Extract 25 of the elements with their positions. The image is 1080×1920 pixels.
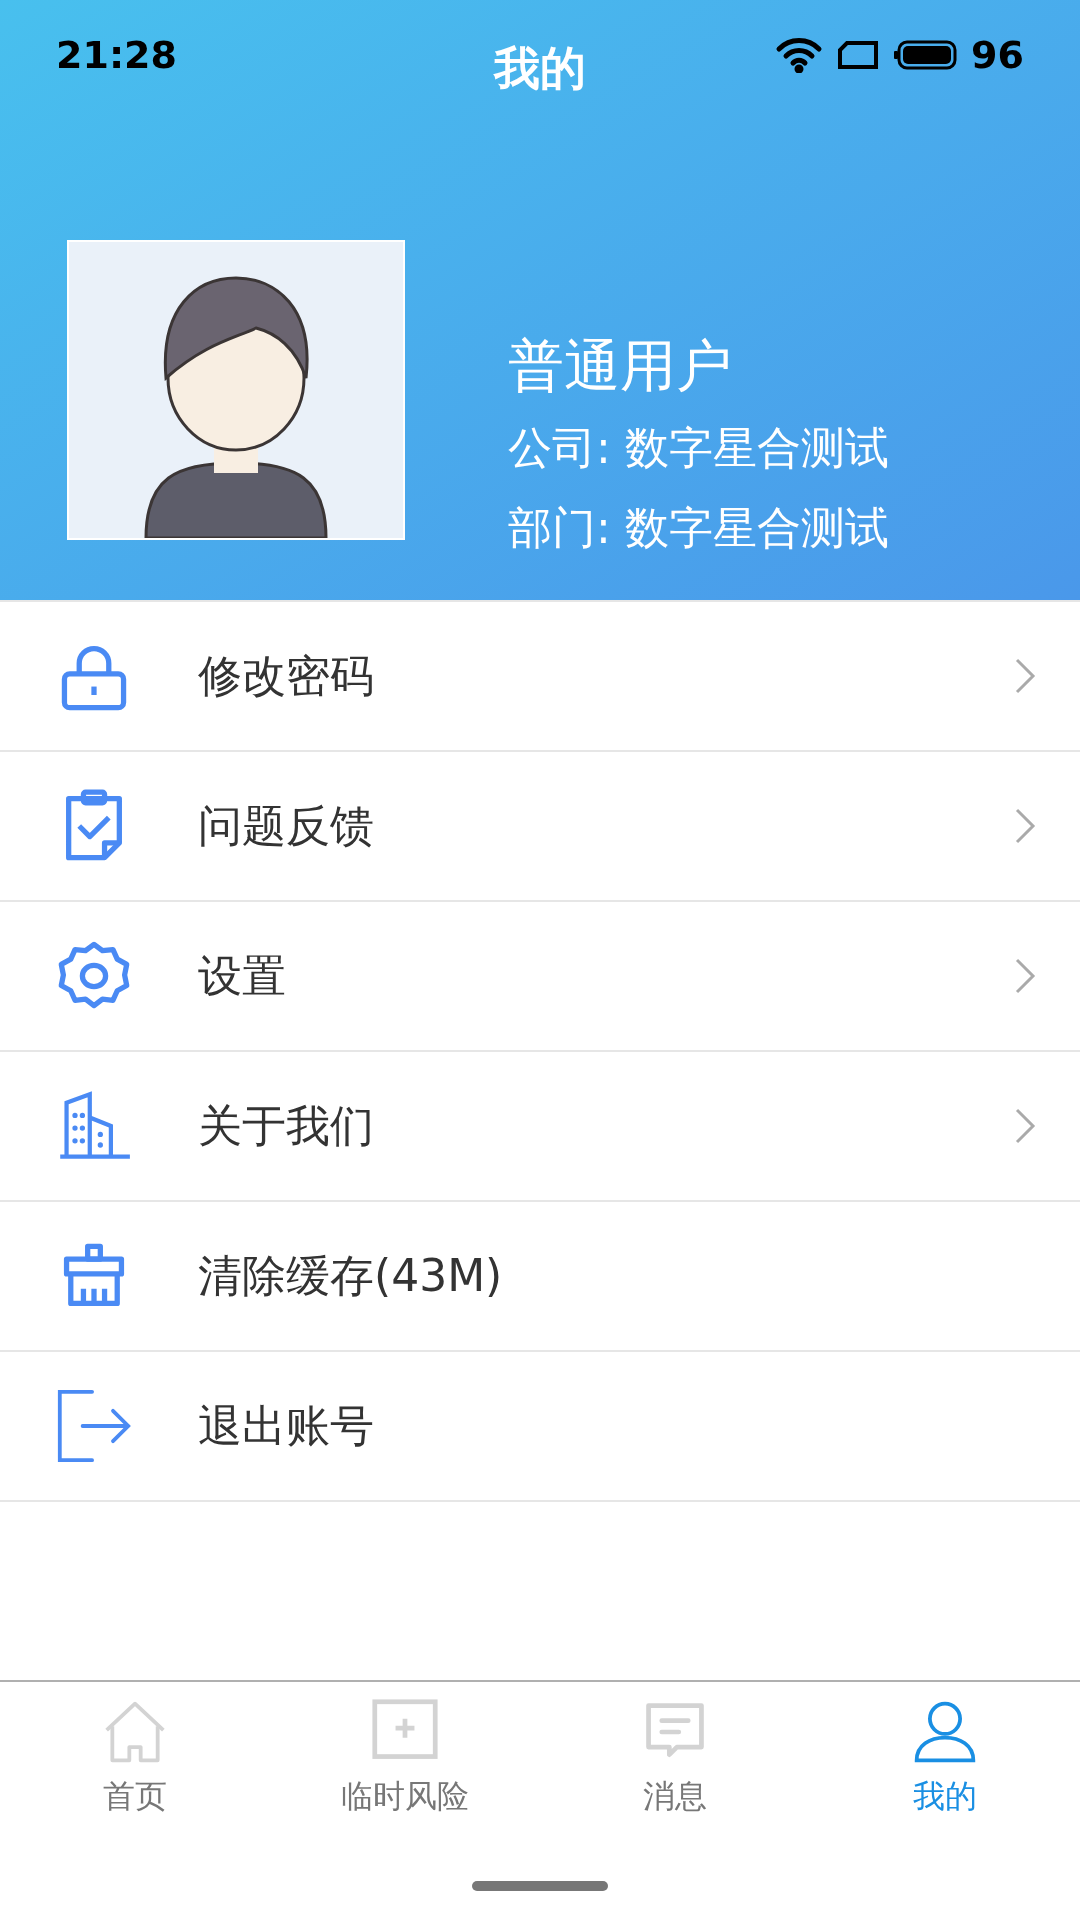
- menu-item[interactable]: 清除缓存(43M): [0, 1202, 1080, 1352]
- tab-item[interactable]: 临时风险: [270, 1682, 540, 1832]
- tab-item[interactable]: 消息: [540, 1682, 810, 1832]
- menu-label: 清除缓存(43M): [198, 1249, 503, 1303]
- menu-item[interactable]: 问题反馈: [0, 752, 1080, 902]
- tab-item[interactable]: 首页: [0, 1682, 270, 1832]
- menu-label: 设置: [198, 949, 286, 1003]
- menu-item[interactable]: 修改密码: [0, 602, 1080, 752]
- user-role: 普通用户: [508, 332, 733, 400]
- menu-item[interactable]: 关于我们: [0, 1052, 1080, 1202]
- page-title: 我的: [494, 40, 586, 97]
- department-text: 部门: 数字星合测试: [508, 500, 889, 555]
- menu-label: 退出账号: [198, 1399, 374, 1453]
- status-time: 21:28: [56, 31, 177, 79]
- wifi-icon: [775, 37, 824, 73]
- logout-icon: [56, 1388, 132, 1464]
- menu-item[interactable]: 设置: [0, 902, 1080, 1052]
- battery-level: 96: [971, 31, 1024, 79]
- menu-label: 问题反馈: [198, 799, 374, 853]
- menu-label: 关于我们: [198, 1099, 374, 1153]
- menu-item[interactable]: 退出账号: [0, 1352, 1080, 1502]
- sim-card-icon: [837, 40, 880, 70]
- company-text: 公司: 数字星合测试: [508, 421, 889, 476]
- menu-label: 修改密码: [198, 649, 374, 703]
- battery-icon: [893, 39, 958, 71]
